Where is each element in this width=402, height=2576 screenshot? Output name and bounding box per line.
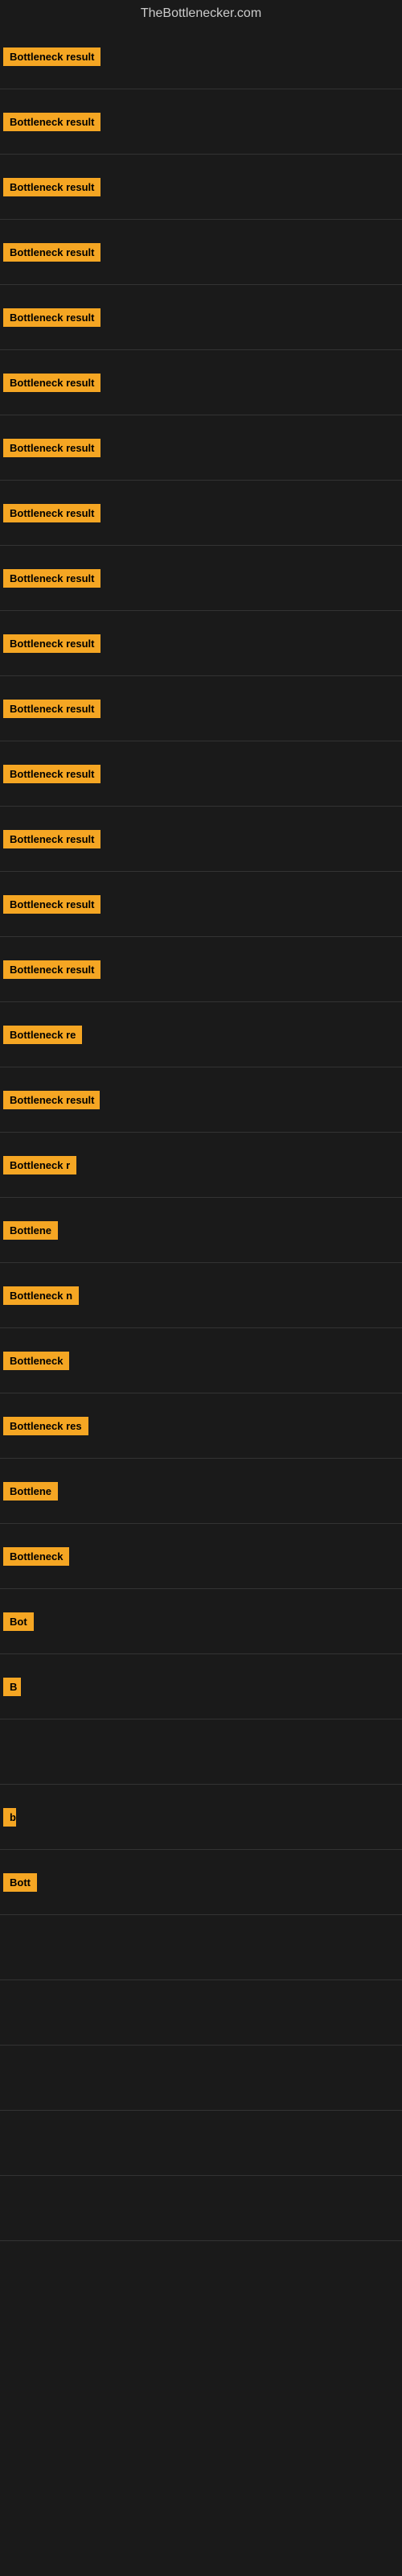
list-item: b xyxy=(0,1785,402,1849)
list-item: Bottleneck re xyxy=(0,1002,402,1067)
bottleneck-badge[interactable]: Bottleneck xyxy=(3,1352,69,1370)
list-item: Bott xyxy=(0,1850,402,1914)
list-item: Bottleneck result xyxy=(0,1067,402,1132)
list-item: Bottlene xyxy=(0,1459,402,1523)
bottleneck-badge[interactable]: Bottleneck result xyxy=(3,308,100,327)
list-item: Bottleneck result xyxy=(0,872,402,936)
site-title: TheBottlenecker.com xyxy=(0,0,402,24)
list-item: Bottleneck result xyxy=(0,611,402,675)
bottleneck-badge[interactable]: Bottleneck re xyxy=(3,1026,82,1044)
bottleneck-badge[interactable]: Bot xyxy=(3,1612,34,1631)
list-item: Bottleneck result xyxy=(0,741,402,806)
bottleneck-badge[interactable]: Bottleneck xyxy=(3,1547,69,1566)
list-item: Bottleneck result xyxy=(0,676,402,741)
list-item: Bottleneck result xyxy=(0,937,402,1001)
list-item xyxy=(0,2111,402,2175)
list-item: Bot xyxy=(0,1589,402,1653)
list-item: Bottleneck result xyxy=(0,546,402,610)
bottleneck-badge[interactable]: Bottleneck result xyxy=(3,243,100,262)
list-item: B xyxy=(0,1654,402,1719)
bottleneck-badge[interactable]: Bottleneck result xyxy=(3,765,100,783)
list-item: Bottleneck result xyxy=(0,481,402,545)
bottleneck-badge[interactable]: Bottleneck n xyxy=(3,1286,79,1305)
list-item: Bottleneck result xyxy=(0,155,402,219)
list-item: Bottleneck xyxy=(0,1524,402,1588)
list-item xyxy=(0,1719,402,1784)
bottleneck-badge[interactable]: Bottleneck result xyxy=(3,504,100,522)
bottleneck-badge[interactable]: Bottleneck result xyxy=(3,178,100,196)
bottleneck-badge[interactable]: Bottlene xyxy=(3,1221,58,1240)
list-item xyxy=(0,2046,402,2110)
list-item xyxy=(0,1915,402,1979)
list-item xyxy=(0,1980,402,2045)
bottleneck-badge[interactable]: Bottleneck result xyxy=(3,830,100,848)
bottleneck-badge[interactable]: Bottleneck result xyxy=(3,634,100,653)
list-item: Bottleneck n xyxy=(0,1263,402,1327)
bottleneck-badge[interactable]: B xyxy=(3,1678,21,1696)
bottleneck-badge[interactable]: Bottleneck result xyxy=(3,374,100,392)
bottleneck-badge[interactable]: Bottleneck result xyxy=(3,47,100,66)
list-item: Bottleneck xyxy=(0,1328,402,1393)
list-item: Bottleneck r xyxy=(0,1133,402,1197)
bottleneck-badge[interactable]: Bottleneck r xyxy=(3,1156,76,1174)
bottleneck-badge[interactable]: Bott xyxy=(3,1873,37,1892)
list-item: Bottleneck result xyxy=(0,415,402,480)
bottleneck-badge[interactable]: Bottlene xyxy=(3,1482,58,1501)
bottleneck-badge[interactable]: Bottleneck result xyxy=(3,1091,100,1109)
bottleneck-badge[interactable]: Bottleneck result xyxy=(3,895,100,914)
bottleneck-badge[interactable]: Bottleneck result xyxy=(3,960,100,979)
list-item: Bottleneck result xyxy=(0,24,402,89)
bottleneck-badge[interactable]: Bottleneck result xyxy=(3,113,100,131)
list-item: Bottleneck result xyxy=(0,285,402,349)
bottleneck-badge[interactable]: Bottleneck result xyxy=(3,700,100,718)
bottleneck-badge[interactable]: b xyxy=(3,1808,16,1827)
bottleneck-badge[interactable]: Bottleneck res xyxy=(3,1417,88,1435)
list-item xyxy=(0,2241,402,2306)
list-item: Bottleneck result xyxy=(0,89,402,154)
list-item: Bottlene xyxy=(0,1198,402,1262)
bottleneck-badge[interactable]: Bottleneck result xyxy=(3,439,100,457)
list-item: Bottleneck result xyxy=(0,350,402,415)
list-item xyxy=(0,2176,402,2240)
bottleneck-badge[interactable]: Bottleneck result xyxy=(3,569,100,588)
list-item: Bottleneck res xyxy=(0,1393,402,1458)
list-item: Bottleneck result xyxy=(0,220,402,284)
list-item: Bottleneck result xyxy=(0,807,402,871)
